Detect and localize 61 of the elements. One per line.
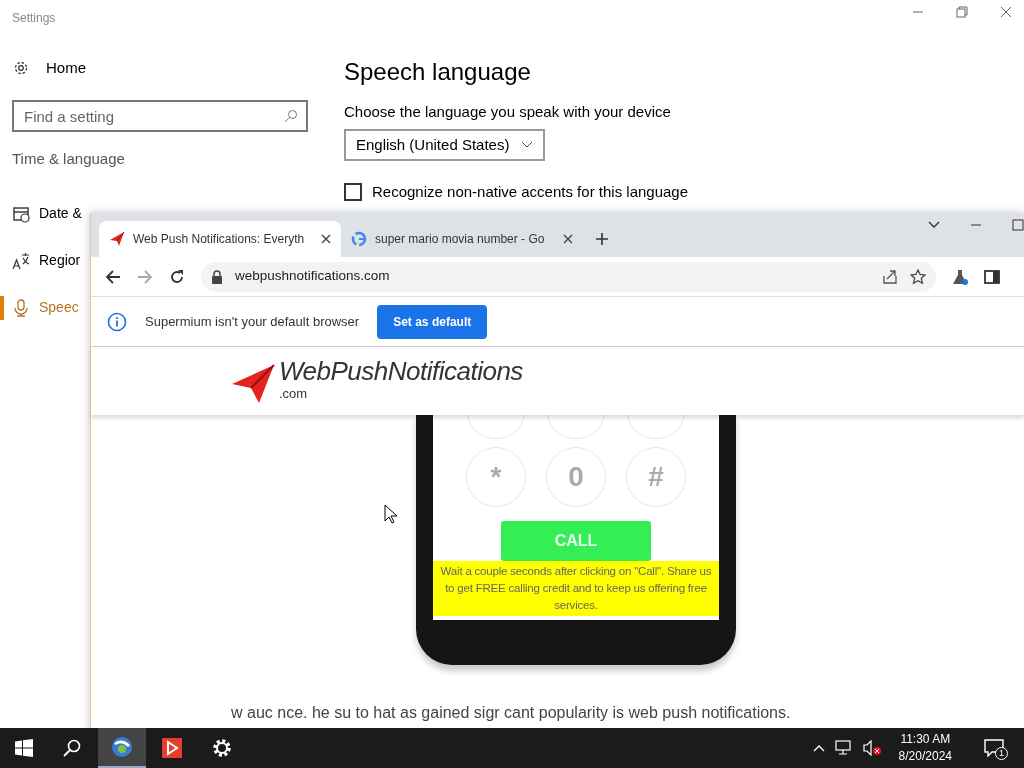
site-logo-text[interactable]: WebPushNotifications xyxy=(279,358,523,385)
language-dropdown[interactable]: English (United States) xyxy=(344,128,546,161)
nav-item[interactable]: Speec xyxy=(0,284,79,331)
prompt-text: Choose the language you speak with your device xyxy=(344,102,672,121)
calendar-icon xyxy=(12,204,30,223)
url-text: webpushnotifications.com xyxy=(235,267,391,286)
globe-app-icon xyxy=(111,736,133,758)
language-icon xyxy=(12,251,30,270)
address-bar[interactable]: webpushnotifications.com xyxy=(201,261,936,292)
search-icon xyxy=(63,739,81,757)
muted-speaker-icon[interactable] xyxy=(862,740,881,756)
play-app-icon xyxy=(161,737,183,759)
close-icon[interactable] xyxy=(563,234,573,244)
restore-icon[interactable] xyxy=(956,6,968,18)
tab-title: Web Push Notifications: Everyth xyxy=(133,231,306,248)
article-text: w auc nce. he su to hat as gained sigr cant popularity is web push notifications. xyxy=(231,703,792,723)
nav-item[interactable]: Date & xyxy=(0,190,82,237)
notice-banner: Wait a couple seconds after clicking on "Call". Share us to get FREE calling credit and to keep us offering free services. xyxy=(433,561,719,616)
paper-plane-logo-icon xyxy=(231,363,275,404)
windows-logo-icon xyxy=(15,739,33,757)
share-icon[interactable] xyxy=(882,268,898,285)
tab-title: super mario movia number - Go xyxy=(375,231,546,248)
section-heading: Time & language xyxy=(12,150,126,168)
close-icon[interactable] xyxy=(1000,6,1012,18)
gear-icon[interactable] xyxy=(12,59,30,77)
browser-tab[interactable]: Web Push Notifications: Everyth xyxy=(99,221,341,257)
notifications-button[interactable]: 1 xyxy=(970,728,1018,768)
gear-icon xyxy=(211,737,233,759)
window-title: Settings xyxy=(12,10,56,27)
side-panel-icon[interactable] xyxy=(984,268,1000,285)
set-default-button[interactable]: Set as default xyxy=(377,304,488,339)
clock-time[interactable]: 11:30 AM xyxy=(898,731,952,748)
network-icon[interactable] xyxy=(834,740,853,756)
checkbox-label: Recognize non-native accents for this language xyxy=(372,182,689,201)
flask-icon[interactable] xyxy=(952,268,968,285)
chevron-down-icon[interactable] xyxy=(928,221,940,229)
maximize-icon[interactable] xyxy=(1012,219,1024,231)
page-title: Speech language xyxy=(344,58,532,87)
reload-icon[interactable] xyxy=(169,268,185,285)
chevron-down-icon xyxy=(521,140,534,149)
mouse-cursor-icon xyxy=(384,504,398,524)
speech-bubble-icon xyxy=(984,739,1004,757)
chevron-up-icon[interactable] xyxy=(812,744,825,752)
back-arrow-icon[interactable] xyxy=(105,268,121,285)
search-icon xyxy=(284,109,298,123)
plane-icon xyxy=(109,231,125,247)
microphone-icon xyxy=(12,298,30,317)
site-logo-suffix: .com xyxy=(279,385,309,404)
search-field[interactable]: Find a setting xyxy=(12,100,308,132)
checkbox[interactable] xyxy=(344,182,362,201)
nav-item[interactable]: Regior xyxy=(0,237,81,284)
home-link[interactable]: Home xyxy=(46,59,86,77)
star-icon[interactable] xyxy=(910,268,926,285)
clock-date[interactable]: 8/20/2024 xyxy=(898,748,952,765)
close-icon[interactable] xyxy=(321,234,331,244)
lock-icon xyxy=(211,269,223,284)
info-icon xyxy=(107,311,127,332)
notification-count: 1 xyxy=(995,747,1008,760)
infobar-message: Supermium isn't your default browser xyxy=(145,312,360,331)
plus-icon[interactable] xyxy=(595,232,609,246)
browser-tab[interactable]: super mario movia number - Go xyxy=(341,221,583,257)
